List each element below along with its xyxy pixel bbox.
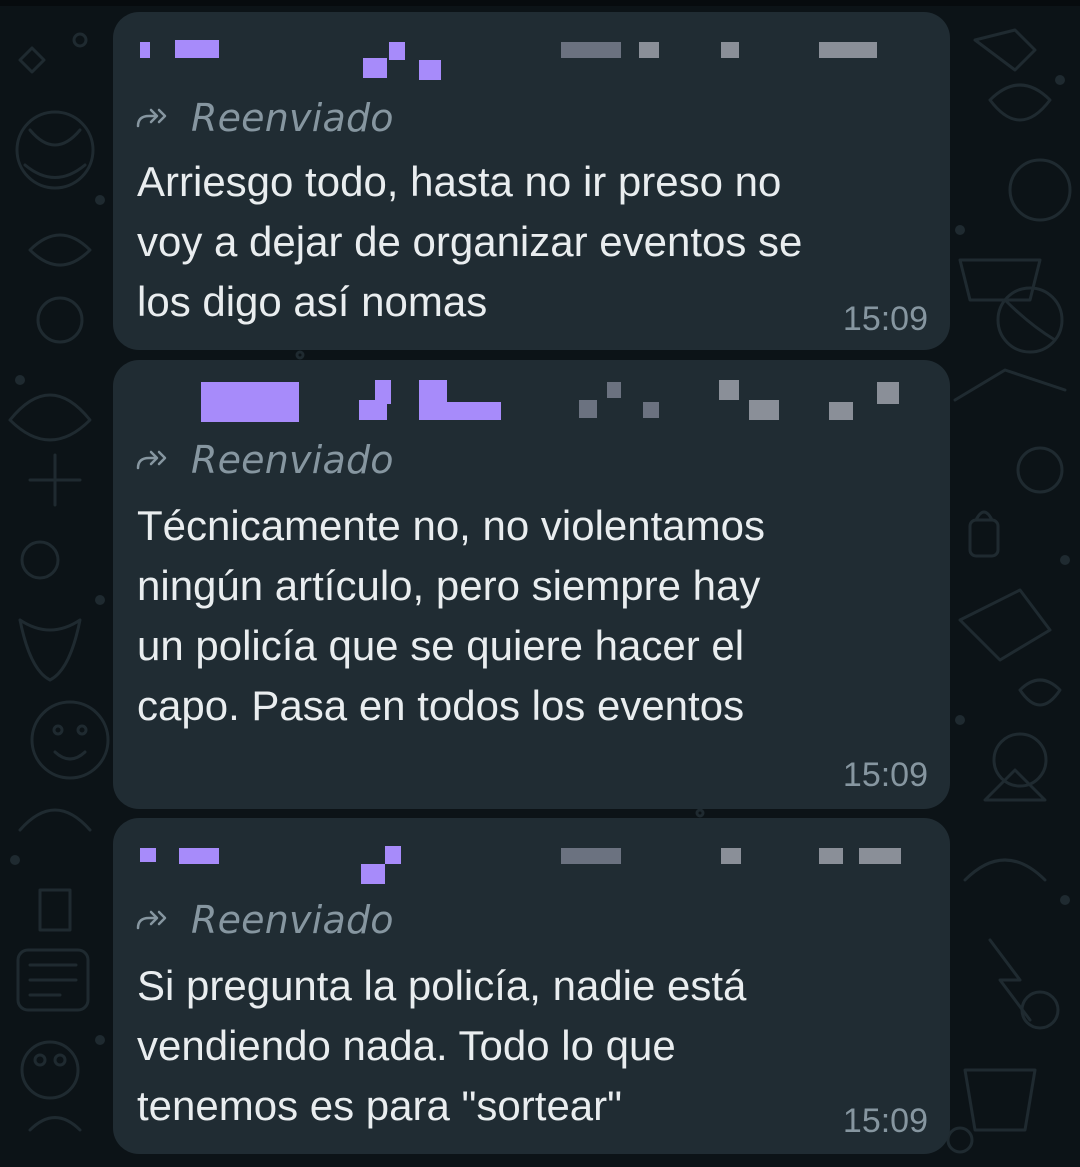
status-strip (0, 0, 1080, 6)
sender-name-redacted (113, 12, 950, 80)
message-bubble[interactable]: Reenviado Arriesgo todo, hasta no ir pre… (113, 12, 950, 350)
forwarded-text: Reenviado (191, 96, 394, 140)
message-bubble[interactable]: Reenviado Técnicamente no, no violentamo… (113, 360, 950, 809)
forwarded-label: Reenviado (135, 96, 394, 140)
forwarded-label: Reenviado (135, 898, 394, 942)
sender-name-redacted (113, 818, 950, 884)
sender-name-redacted (113, 360, 950, 424)
message-text: Técnicamente no, no violentamos ningún a… (137, 502, 766, 729)
forward-arrow-icon (136, 108, 167, 128)
forwarded-text: Reenviado (191, 898, 394, 942)
message-text: Arriesgo todo, hasta no ir preso no voy … (137, 158, 803, 325)
message-text: Si pregunta la policía, nadie está vendi… (137, 962, 747, 1129)
message-bubble[interactable]: Reenviado Si pregunta la policía, nadie … (113, 818, 950, 1154)
forwarded-text: Reenviado (191, 438, 394, 482)
forward-arrow-icon (136, 910, 167, 930)
message-time: 15:09 (842, 756, 928, 794)
forwarded-label: Reenviado (135, 438, 394, 482)
forward-arrow-icon (136, 450, 167, 470)
message-time: 15:09 (842, 300, 928, 338)
message-time: 15:09 (842, 1102, 928, 1140)
